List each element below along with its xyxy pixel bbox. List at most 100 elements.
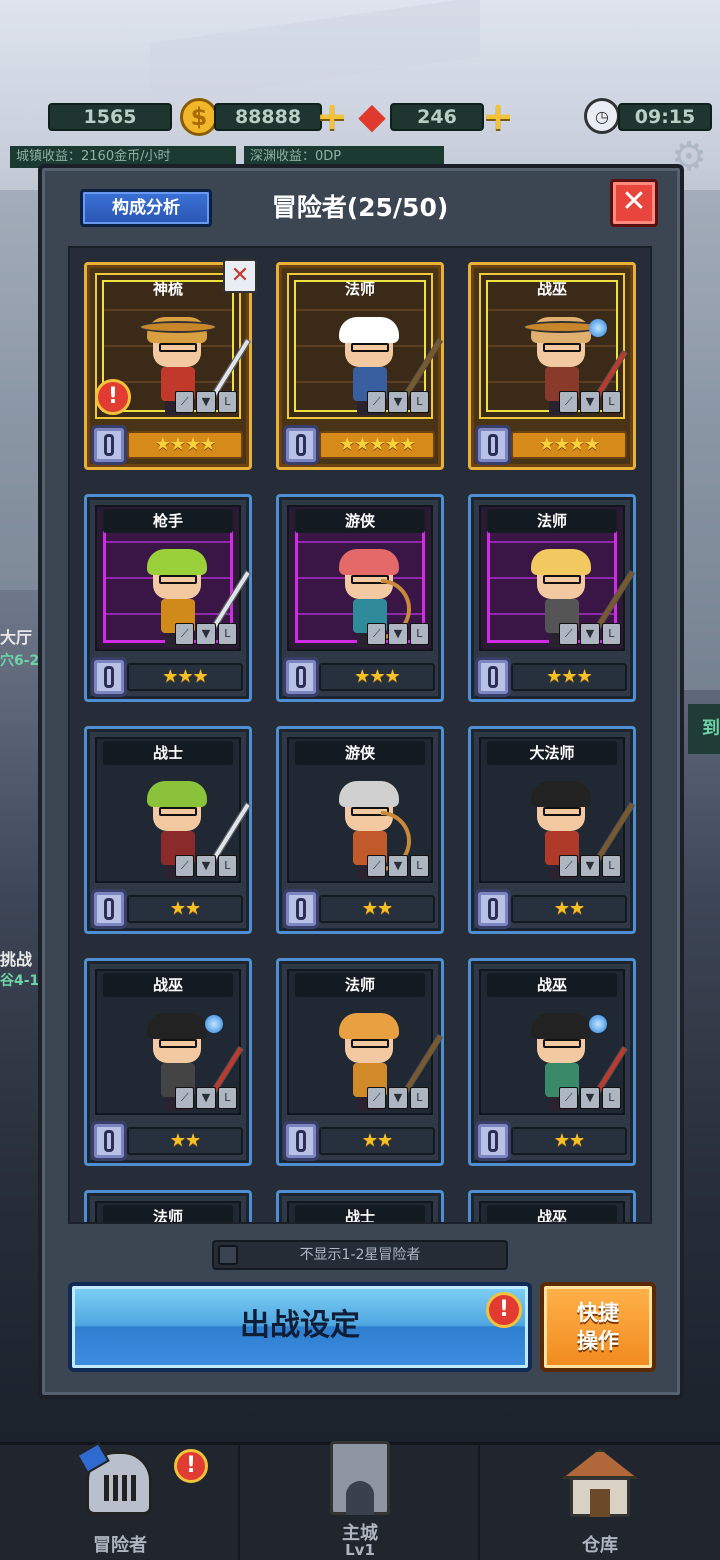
adventurer-card[interactable]: 法师⟋▼L — [84, 1190, 252, 1222]
equipment-slot-icon: ▼ — [580, 391, 600, 413]
class-label: 战巫 — [487, 973, 617, 997]
equipment-slot-icon: ▼ — [196, 855, 216, 877]
adventurer-card[interactable]: 神梳 ⟋ ▼ L ★★★★! ✕ — [84, 259, 257, 470]
equipment-slot-icon: L — [217, 623, 237, 645]
equipment-slot-icon: ▼ — [388, 1087, 408, 1109]
game-screen: { "hud": { "energy": "1565", "gold": "88… — [0, 0, 720, 1560]
gold-coin-icon: $ — [180, 98, 218, 136]
class-label: 神梳 — [152, 280, 183, 298]
equipment-slot-icon: ▼ — [580, 855, 600, 877]
add-gem-button[interactable]: + — [482, 97, 514, 135]
adventurer-card[interactable]: 战士⟋▼L — [276, 1190, 444, 1222]
adventurer-card[interactable]: 法师 ⟋ ▼ L ★★★ — [468, 494, 636, 702]
equipment-slots: ⟋ ▼ L — [367, 855, 429, 877]
star-rating: ★★★ — [319, 663, 435, 691]
close-button[interactable]: ✕ — [610, 179, 658, 227]
class-label: 枪手 — [103, 509, 233, 533]
level-badge-icon — [91, 657, 127, 697]
equipment-slot-icon: ⟋ — [175, 855, 195, 877]
equipment-slot-icon: ⟋ — [367, 391, 387, 413]
add-gold-button[interactable]: + — [316, 97, 348, 135]
alert-icon: ! — [95, 379, 131, 415]
nav-warehouse[interactable]: 仓库 — [480, 1445, 720, 1560]
composition-analysis-button[interactable]: 构成分析 — [80, 189, 212, 227]
adventurer-card[interactable]: 战士 ⟋ ▼ L ★★ — [84, 726, 252, 934]
adventurer-card[interactable]: 游侠 ⟋ ▼ L ★★★ — [276, 494, 444, 702]
side-label-challenge[interactable]: 挑战 — [0, 946, 32, 970]
checkbox[interactable] — [218, 1245, 238, 1265]
adventurer-card[interactable]: 战巫 ⟋ ▼ L ★★ — [468, 958, 636, 1166]
adventurer-card[interactable]: 法师 ⟋ ▼ L ★★★★★ — [276, 262, 444, 470]
star-rating: ★★★★ — [127, 431, 243, 459]
nav-castle[interactable]: 主城 Lv1 — [240, 1441, 480, 1560]
equipment-slots: ⟋ ▼ L — [367, 623, 429, 645]
equipment-slots: ⟋ ▼ L — [175, 391, 237, 413]
adventurer-card[interactable]: 战巫 ⟋ ▼ L ★★★★ — [468, 262, 636, 470]
level-badge-icon — [475, 889, 511, 929]
equipment-slot-icon: ⟋ — [559, 391, 579, 413]
equipment-slots: ⟋ ▼ L — [559, 1087, 621, 1109]
castle-tower-icon — [320, 1441, 400, 1521]
star-rating: ★★ — [319, 1127, 435, 1155]
side-label-hall[interactable]: 大厅 — [0, 624, 32, 648]
side-tab-right[interactable]: 到 — [688, 704, 720, 754]
level-badge-icon — [475, 1121, 511, 1161]
star-rating: ★★★★★ — [319, 431, 435, 459]
energy-value: 1565 — [48, 103, 172, 131]
panel-title: 冒险者(25/50) — [271, 193, 449, 222]
quick-action-label-line1: 快捷 — [577, 1301, 619, 1325]
equipment-slot-icon: L — [409, 1087, 429, 1109]
level-badge-icon — [475, 425, 511, 465]
equipment-slot-icon: L — [601, 623, 621, 645]
equipment-slot-icon: L — [409, 855, 429, 877]
equipment-slots: ⟋ ▼ L — [175, 623, 237, 645]
class-label: 游侠 — [295, 509, 425, 533]
star-rating: ★★ — [319, 895, 435, 923]
equipment-slot-icon: L — [601, 391, 621, 413]
background-building — [150, 0, 480, 104]
class-label: 大法师 — [487, 741, 617, 765]
gem-value: 246 — [390, 103, 484, 131]
equipment-slot-icon: ⟋ — [367, 623, 387, 645]
equipment-slot-icon: ▼ — [388, 623, 408, 645]
adventurer-card[interactable]: 大法师 ⟋ ▼ L ★★ — [468, 726, 636, 934]
equipment-slot-icon: L — [217, 855, 237, 877]
class-label: 战士 — [295, 1205, 425, 1222]
quick-action-button[interactable]: 快捷 操作 — [540, 1282, 656, 1372]
class-label: 法师 — [295, 973, 425, 997]
side-label-challenge-sub: 谷4-1 — [0, 973, 40, 989]
equipment-slot-icon: ⟋ — [559, 623, 579, 645]
equipment-slot-icon: L — [409, 391, 429, 413]
knight-helmet-icon — [76, 1441, 160, 1521]
adventurer-card[interactable]: 法师 ⟋ ▼ L ★★ — [276, 958, 444, 1166]
adventurer-card[interactable]: 枪手 ⟋ ▼ L ★★★ — [84, 494, 252, 702]
class-label: 法师 — [103, 1205, 233, 1222]
equipment-slot-icon: L — [601, 1087, 621, 1109]
adventurer-card[interactable]: 战巫 ⟋ ▼ L ★★ — [84, 958, 252, 1166]
adventurer-card[interactable]: 战巫⟋▼L — [468, 1190, 636, 1222]
equipment-slot-icon: ▼ — [196, 1087, 216, 1109]
equipment-slots: ⟋ ▼ L — [367, 391, 429, 413]
star-rating: ★★★ — [511, 663, 627, 691]
equipment-slot-icon: ⟋ — [175, 1087, 195, 1109]
level-badge-icon — [475, 657, 511, 697]
adventurer-grid[interactable]: 神梳 ⟋ ▼ L ★★★★! ✕ 法师 ⟋ ▼ L ★★★★★ 战巫 ⟋ ▼ L ★★★★ 枪手 ⟋ ▼ L ★★★ 游侠… — [68, 246, 652, 1224]
star-rating: ★★ — [127, 895, 243, 923]
class-label: 法师 — [344, 280, 375, 298]
class-label: 游侠 — [295, 741, 425, 765]
nav-adventurer-label: 冒险者 — [93, 1535, 147, 1556]
adventurer-card[interactable]: 游侠 ⟋ ▼ L ★★ — [276, 726, 444, 934]
star-rating: ★★★★ — [511, 431, 627, 459]
equipment-slot-icon: L — [217, 1087, 237, 1109]
hide-low-star-toggle[interactable]: 不显示1-2星冒险者 — [212, 1240, 508, 1270]
level-badge-icon — [91, 425, 127, 465]
nav-adventurer[interactable]: ! 冒险者 — [0, 1441, 240, 1560]
equipment-slot-icon: ⟋ — [559, 1087, 579, 1109]
equipment-slot-icon: ⟋ — [559, 855, 579, 877]
star-rating: ★★ — [511, 1127, 627, 1155]
crossed-swords-icon: ✕ — [223, 259, 257, 293]
class-label: 战巫 — [487, 1205, 617, 1222]
equipment-slot-icon: ⟋ — [367, 1087, 387, 1109]
battle-setup-button[interactable]: 出战设定 ! — [68, 1282, 532, 1372]
class-label: 战士 — [103, 741, 233, 765]
